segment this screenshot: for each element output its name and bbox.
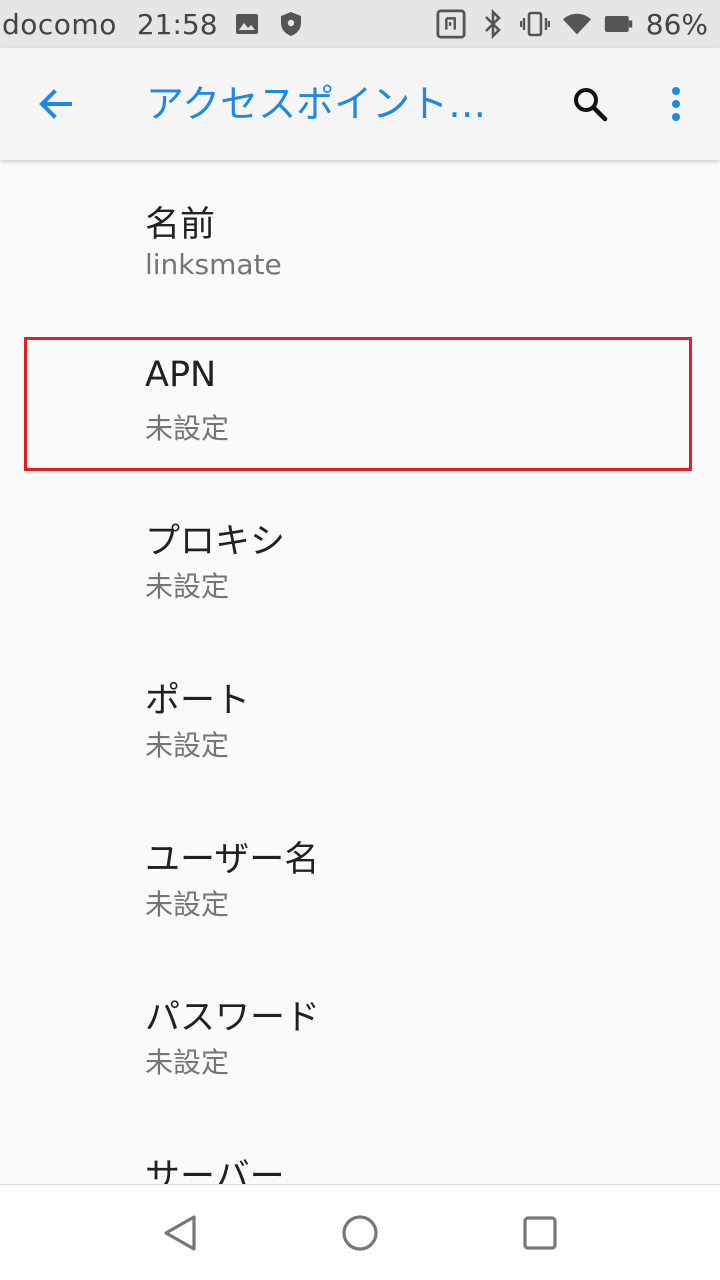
pref-item-name[interactable]: 名前 linksmate (0, 160, 720, 318)
carrier-name: docomo (2, 7, 117, 41)
nfc-icon (436, 9, 466, 39)
bluetooth-icon (478, 9, 508, 39)
pref-title: 名前 (145, 205, 216, 245)
pref-title: APN (145, 355, 217, 395)
more-options-button[interactable] (652, 76, 700, 132)
vibrate-icon (519, 9, 550, 39)
search-button[interactable] (562, 76, 618, 132)
pref-title: ポート (145, 681, 251, 721)
status-bar-right: 86% (436, 0, 708, 48)
pref-title: サーバー (145, 1157, 285, 1184)
battery-icon (604, 9, 634, 39)
page-title: アクセスポイント… (146, 82, 487, 126)
pref-summary: 未設定 (145, 570, 230, 603)
app-bar: アクセスポイント… (0, 48, 720, 160)
apn-settings-list: 名前 linksmate APN 未設定 プロキシ 未設定 ポート 未設定 ユー… (0, 160, 720, 1184)
pref-title: パスワード (145, 998, 321, 1038)
screen: docomo 21:58 86% アクセスポイント… 名前 linksmate … (0, 0, 720, 1280)
nav-home-button[interactable] (330, 1203, 390, 1263)
navigation-bar (0, 1184, 720, 1280)
pref-summary: 未設定 (145, 888, 230, 921)
recents-square-icon (523, 1216, 557, 1250)
arrow-left-icon (39, 89, 72, 119)
status-bar-left: docomo 21:58 (2, 0, 320, 48)
nav-back-button[interactable] (150, 1203, 210, 1263)
pref-item-apn[interactable]: APN 未設定 (0, 319, 720, 477)
pref-item-username[interactable]: ユーザー名 未設定 (0, 795, 720, 953)
home-circle-icon (342, 1215, 378, 1251)
pref-title: プロキシ (145, 522, 286, 562)
status-bar: docomo 21:58 86% (0, 0, 720, 48)
pref-item-server[interactable]: サーバー (0, 1112, 720, 1184)
battery-percent: 86% (645, 7, 708, 41)
pref-summary: 未設定 (145, 412, 230, 445)
pref-title: ユーザー名 (145, 840, 320, 880)
pref-summary: linksmate (145, 248, 282, 281)
back-triangle-icon (164, 1215, 196, 1251)
image-icon (232, 9, 262, 39)
more-vert-icon (672, 87, 680, 121)
nav-recents-button[interactable] (510, 1203, 570, 1263)
wifi-icon (562, 9, 592, 39)
pref-item-port[interactable]: ポート 未設定 (0, 636, 720, 794)
pref-item-password[interactable]: パスワード 未設定 (0, 953, 720, 1111)
back-button[interactable] (28, 76, 84, 132)
pref-item-proxy[interactable]: プロキシ 未設定 (0, 477, 720, 635)
search-icon (574, 88, 608, 122)
pref-summary: 未設定 (145, 729, 230, 762)
shield-icon (276, 9, 306, 39)
clock: 21:58 (136, 7, 218, 41)
pref-summary: 未設定 (145, 1046, 230, 1079)
